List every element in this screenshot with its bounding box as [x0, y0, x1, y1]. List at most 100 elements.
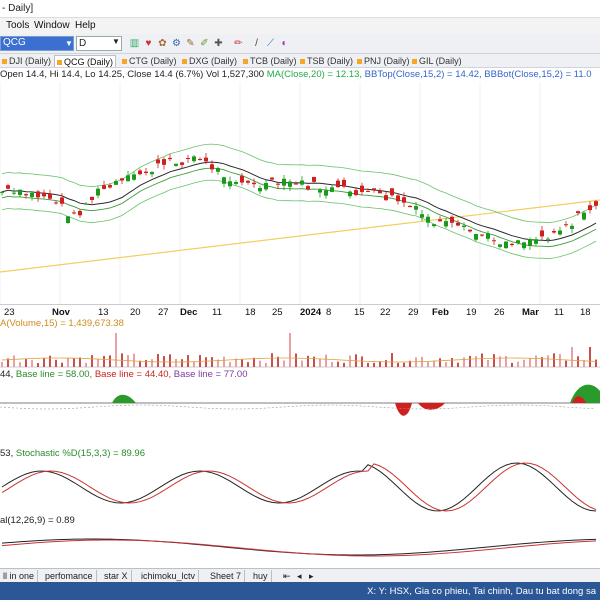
candle-body: [222, 177, 226, 184]
volume-bar: [67, 358, 69, 367]
volume-bar: [55, 359, 57, 367]
indicator-icon[interactable]: ⚙: [170, 37, 183, 50]
tab-dji[interactable]: DJI (Daily): [0, 55, 53, 67]
candle-body: [390, 188, 394, 196]
menu-help[interactable]: Help: [75, 20, 96, 31]
baseline-label: 44, Base line = 58.00, Base line = 44.40…: [0, 369, 247, 380]
symbol-input[interactable]: QCG: [0, 36, 74, 51]
volume-bar: [589, 347, 591, 367]
candle-body: [84, 203, 88, 205]
menu-window[interactable]: Window: [34, 20, 70, 31]
candle-body: [378, 190, 382, 194]
volume-bar: [73, 358, 75, 367]
date-tick-label: 18: [245, 307, 256, 318]
sheet-7[interactable]: Sheet 7: [207, 570, 246, 582]
candle-body: [486, 233, 490, 239]
price-chart[interactable]: [0, 82, 600, 304]
sheet-ichimoku[interactable]: ichimoku_lctv: [138, 570, 200, 582]
tab-ctg[interactable]: CTG (Daily): [120, 55, 179, 67]
heart-icon[interactable]: ♥: [142, 37, 155, 50]
macd-chart[interactable]: [0, 527, 600, 567]
candle-body: [558, 230, 562, 235]
sheet-huy[interactable]: huy: [250, 570, 272, 582]
candle-body: [228, 181, 232, 187]
candle-body: [132, 174, 136, 180]
tab-tsb[interactable]: TSB (Daily): [298, 55, 355, 67]
volume-chart[interactable]: [0, 330, 600, 368]
volume-bar: [193, 361, 195, 367]
tab-pnj[interactable]: PNJ (Daily): [355, 55, 412, 67]
candle-body: [468, 229, 472, 232]
candle-body: [576, 211, 580, 214]
line-tool-icon[interactable]: ✏: [232, 37, 245, 50]
volume-bar: [553, 353, 555, 367]
candle-body: [456, 222, 460, 226]
baseline-2: Base line = 44.40,: [94, 369, 172, 380]
volume-bar: [595, 359, 597, 367]
stochastic-d-line: [1, 462, 597, 512]
date-tick-label: 11: [554, 307, 564, 318]
volume-bar: [301, 360, 303, 367]
bbtop-readout: BBTop(Close,15,2) = 14.42,: [364, 69, 482, 80]
candle-body: [264, 183, 268, 190]
ruler-icon[interactable]: ⟋: [264, 37, 277, 50]
pencil-icon[interactable]: ✐: [198, 37, 211, 50]
volume-bar: [505, 355, 507, 367]
symbol-dropdown-icon[interactable]: ▼: [64, 37, 74, 50]
volume-bar: [265, 362, 267, 367]
sheet-all-in-one[interactable]: ll in one: [0, 570, 39, 582]
sheet-nav-next-icon[interactable]: ▸: [306, 570, 317, 582]
volume-bar: [391, 353, 393, 367]
stochastic-chart[interactable]: [0, 460, 600, 514]
tab-qcg-icon: [57, 60, 62, 66]
chart-type-icon[interactable]: ▥: [128, 37, 141, 50]
tab-dxg[interactable]: DXG (Daily): [180, 55, 239, 67]
pen-icon[interactable]: ✎: [184, 37, 197, 50]
candle-body: [438, 219, 442, 222]
title-bar: - Daily]: [0, 0, 600, 18]
date-tick-label: 20: [130, 307, 141, 318]
volume-bar: [175, 358, 177, 367]
volume-bar: [463, 357, 465, 367]
candle-body: [522, 242, 526, 249]
candle-body: [288, 181, 292, 187]
sheet-perfomance[interactable]: perfomance: [42, 570, 97, 582]
candle-body: [528, 239, 532, 246]
candle-body: [252, 182, 256, 185]
magnet-icon[interactable]: ◐: [278, 37, 291, 50]
tab-tsb-icon: [300, 59, 305, 65]
sheet-nav-first-icon[interactable]: ⇤: [280, 570, 294, 582]
candle-body: [270, 177, 274, 180]
sheet-star-x[interactable]: star X: [101, 570, 132, 582]
candle-body: [324, 190, 328, 196]
candle-body: [102, 185, 106, 189]
candle-body: [360, 185, 364, 192]
volume-bar: [547, 355, 549, 367]
volume-bar: [565, 360, 567, 367]
crosshair-icon[interactable]: ✚: [212, 37, 225, 50]
sheet-nav-prev-icon[interactable]: ◂: [294, 570, 305, 582]
tab-tcb[interactable]: TCB (Daily): [241, 55, 299, 67]
candle-body: [432, 224, 436, 227]
candle-body: [234, 181, 238, 184]
volume-bar: [337, 361, 339, 367]
date-tick-label: 18: [580, 307, 591, 318]
candle-body: [294, 183, 298, 185]
volume-bar: [133, 353, 135, 367]
candle-body: [396, 195, 400, 202]
baseline-chart[interactable]: [0, 381, 600, 447]
drawing-tool-icon[interactable]: ✿: [156, 37, 169, 50]
candle-body: [276, 183, 280, 185]
menu-tools[interactable]: Tools: [6, 20, 29, 31]
volume-bar: [289, 333, 291, 367]
tab-gil[interactable]: GIL (Daily): [410, 55, 464, 67]
candle-body: [246, 180, 250, 183]
tab-dji-icon: [2, 59, 7, 65]
candle-body: [72, 212, 76, 214]
volume-bar: [91, 355, 93, 367]
timeframe-dropdown-icon[interactable]: ▼: [112, 37, 120, 46]
brush-icon[interactable]: /: [250, 37, 263, 50]
tab-qcg[interactable]: QCG (Daily): [54, 55, 116, 67]
price-info: Open 14.4, Hi 14.4, Lo 14.25, Close 14.4…: [0, 69, 600, 81]
candle-body: [594, 201, 598, 206]
